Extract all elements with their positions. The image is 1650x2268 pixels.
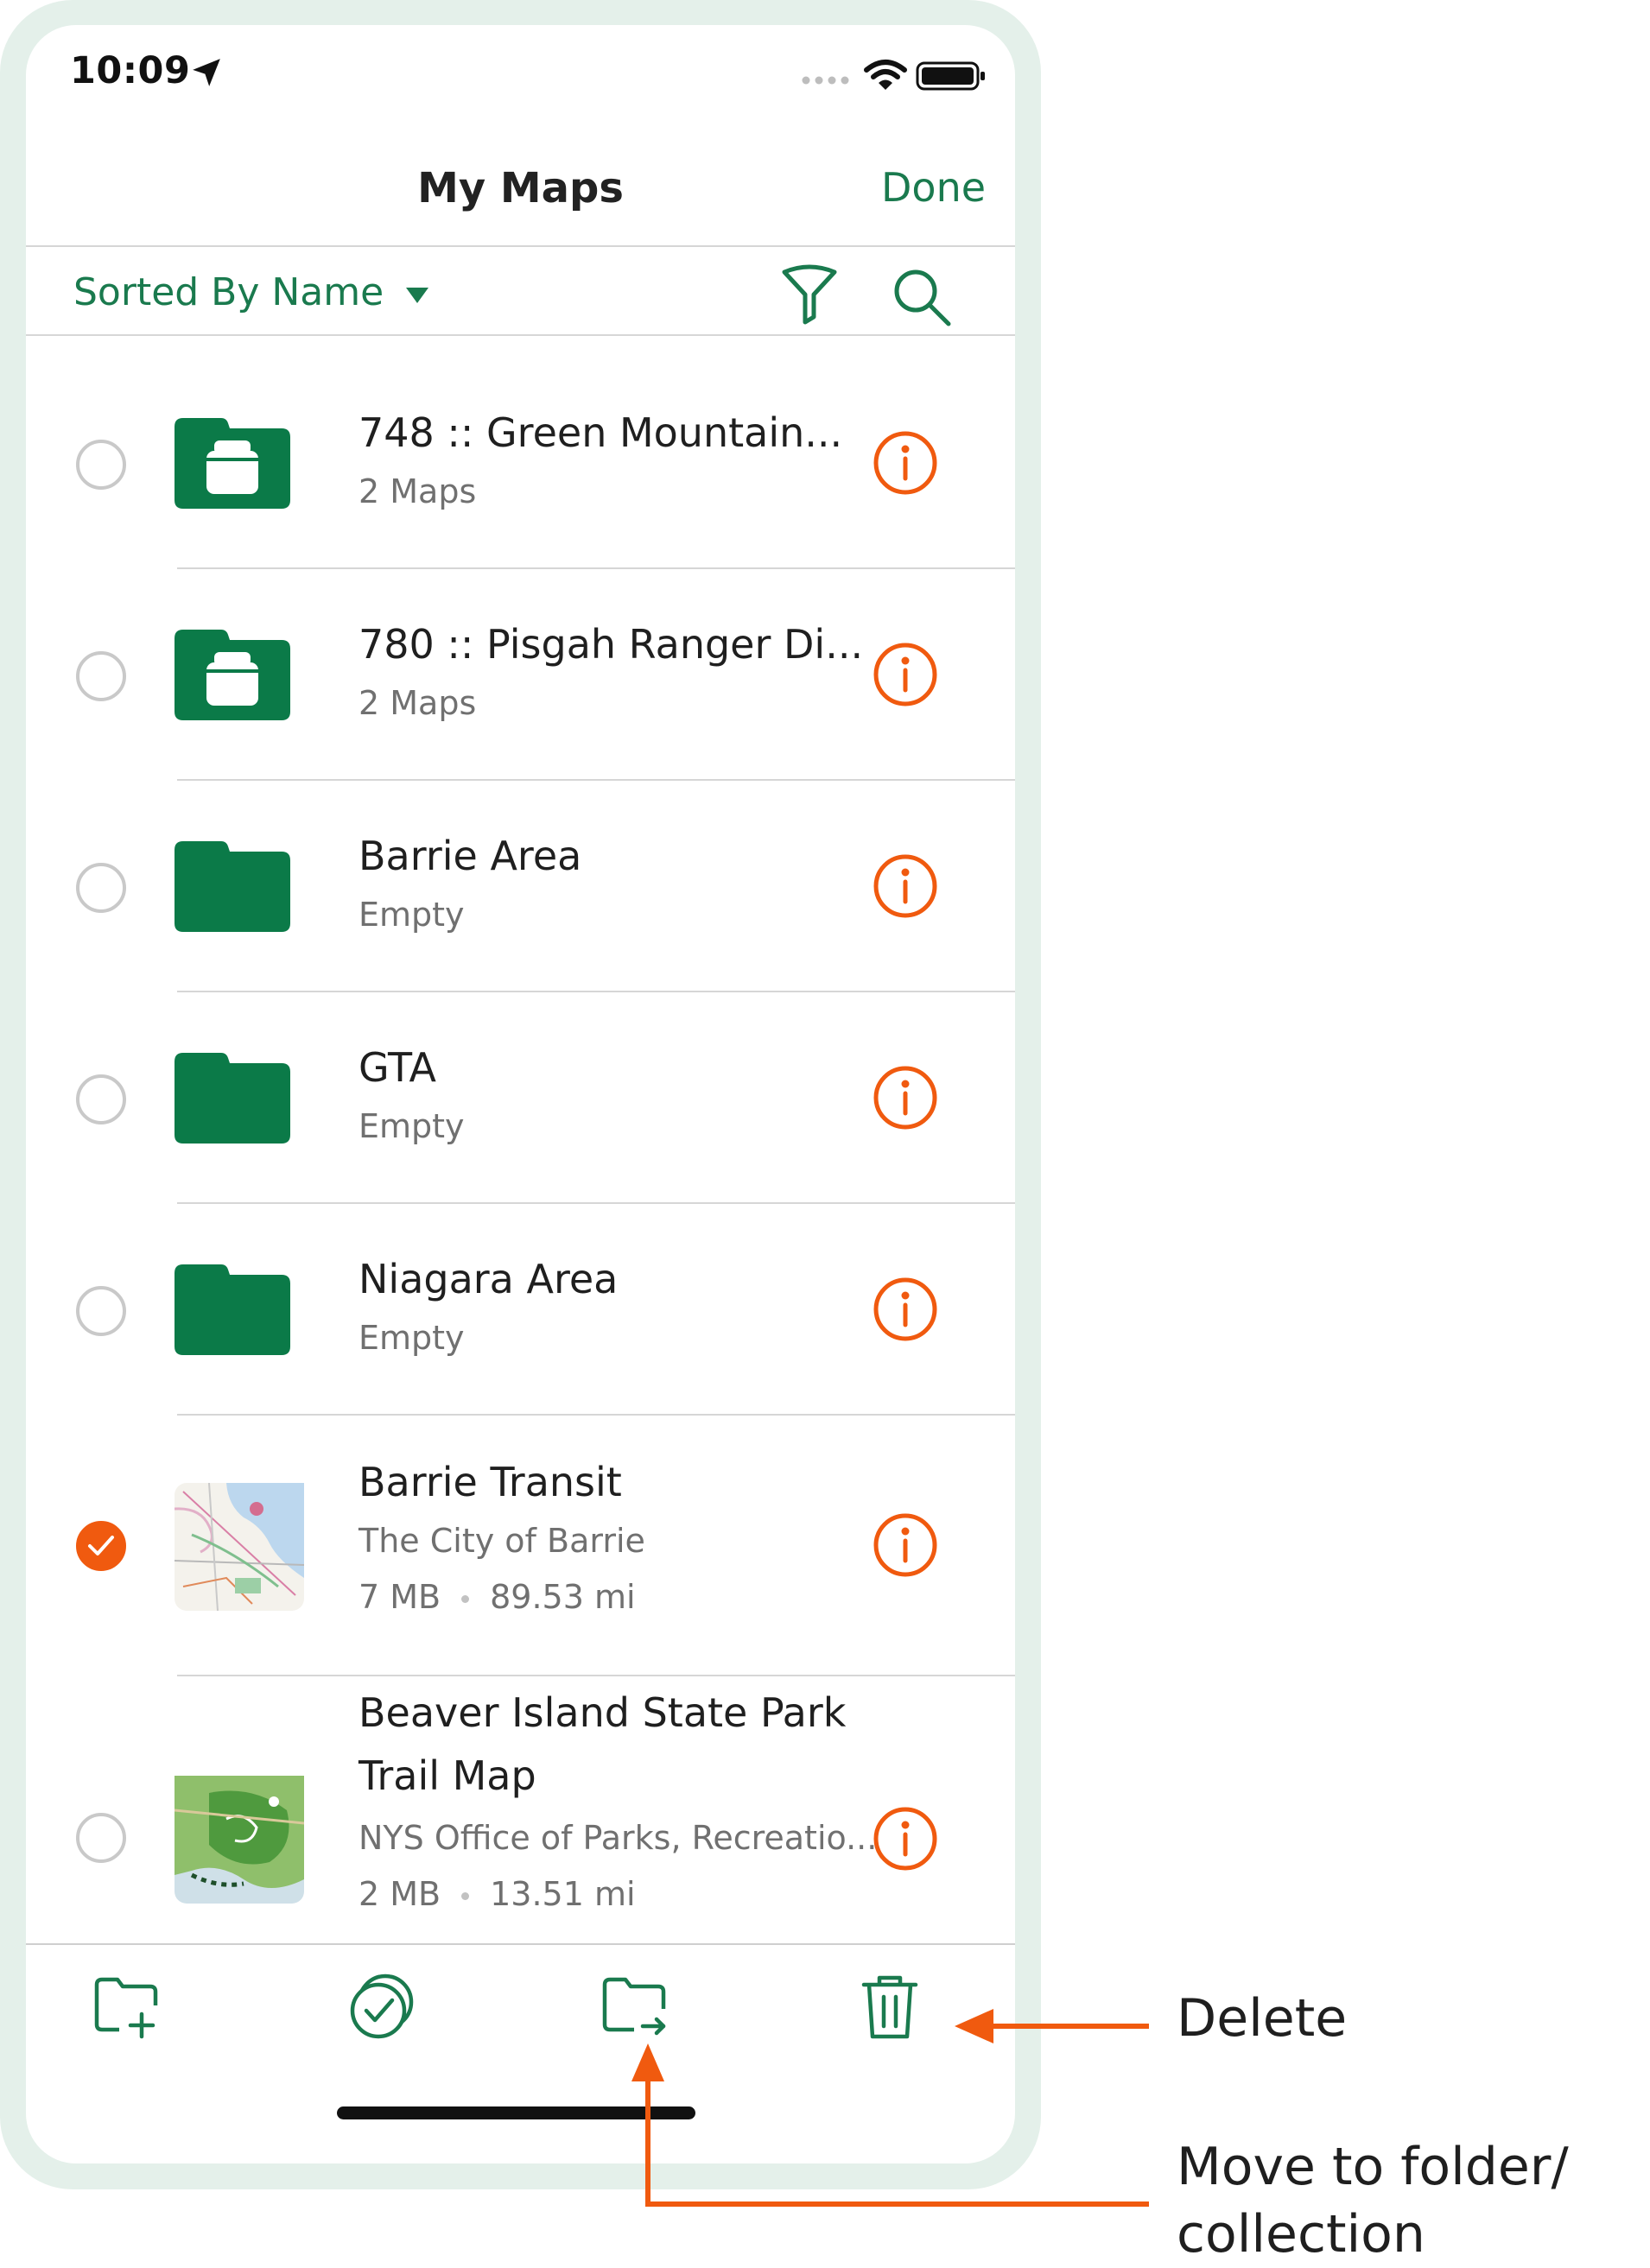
status-time: 10:09 bbox=[70, 49, 191, 92]
search-icon[interactable] bbox=[890, 265, 952, 327]
select-radio[interactable] bbox=[76, 1813, 126, 1863]
battery-icon bbox=[916, 61, 985, 91]
location-arrow-icon bbox=[193, 59, 220, 86]
info-icon[interactable] bbox=[873, 853, 938, 919]
select-all-icon[interactable] bbox=[347, 1973, 416, 2042]
select-radio[interactable] bbox=[76, 440, 126, 490]
list-item[interactable]: Barrie Area Empty bbox=[26, 781, 1015, 992]
page-title: My Maps bbox=[417, 164, 624, 212]
info-icon[interactable] bbox=[873, 1277, 938, 1342]
select-radio-checked[interactable] bbox=[76, 1521, 126, 1571]
select-radio[interactable] bbox=[76, 1074, 126, 1124]
item-title: GTA bbox=[359, 1044, 437, 1091]
collection-icon bbox=[175, 630, 290, 720]
item-subtitle: Empty bbox=[359, 1319, 465, 1357]
item-meta: 2 MB 13.51 mi bbox=[359, 1875, 636, 1913]
checkmark-icon bbox=[88, 1536, 114, 1555]
folder-icon bbox=[175, 841, 290, 932]
item-subtitle: Empty bbox=[359, 896, 465, 934]
select-radio[interactable] bbox=[76, 651, 126, 701]
collection-icon bbox=[175, 418, 290, 509]
move-annotation-line1: Move to folder/ bbox=[1177, 2137, 1569, 2197]
item-title: 748 :: Green Mountain... bbox=[359, 409, 843, 456]
folder-icon bbox=[175, 1053, 290, 1144]
info-icon[interactable] bbox=[873, 1512, 938, 1578]
status-bar: 10:09 bbox=[26, 25, 1015, 129]
item-subtitle: Empty bbox=[359, 1107, 465, 1145]
done-button[interactable]: Done bbox=[881, 164, 986, 211]
item-title: Barrie Transit bbox=[359, 1459, 622, 1505]
select-radio[interactable] bbox=[76, 863, 126, 913]
item-title: Niagara Area bbox=[359, 1256, 619, 1302]
signal-icon bbox=[802, 76, 849, 85]
sort-dropdown[interactable]: Sorted By Name bbox=[73, 270, 384, 314]
list-item[interactable]: Niagara Area Empty bbox=[26, 1204, 1015, 1416]
info-icon[interactable] bbox=[873, 1806, 938, 1872]
folder-icon bbox=[175, 1264, 290, 1355]
item-publisher: The City of Barrie bbox=[359, 1522, 645, 1560]
caret-down-icon[interactable] bbox=[404, 286, 430, 305]
separator-dot bbox=[461, 1892, 470, 1900]
map-thumbnail bbox=[175, 1776, 304, 1904]
item-size: 7 MB bbox=[359, 1578, 441, 1616]
delete-annotation: Delete bbox=[1177, 1988, 1348, 2049]
move-to-folder-icon[interactable] bbox=[601, 1973, 670, 2042]
list-item[interactable]: 748 :: Green Mountain... 2 Maps bbox=[26, 358, 1015, 569]
item-subtitle: 2 Maps bbox=[359, 472, 477, 510]
info-icon[interactable] bbox=[873, 642, 938, 707]
item-title-line2: Trail Map bbox=[359, 1752, 536, 1799]
item-distance: 89.53 mi bbox=[490, 1578, 636, 1616]
list-item[interactable]: GTA Empty bbox=[26, 992, 1015, 1204]
sort-divider bbox=[26, 334, 1015, 336]
list-item-selected[interactable]: Barrie Transit The City of Barrie 7 MB 89… bbox=[26, 1416, 1015, 1676]
select-radio[interactable] bbox=[76, 1286, 126, 1336]
item-subtitle: 2 Maps bbox=[359, 684, 477, 722]
wifi-icon bbox=[864, 60, 907, 90]
trash-icon[interactable] bbox=[855, 1973, 924, 2042]
item-title: Barrie Area bbox=[359, 833, 582, 879]
list-item[interactable]: 780 :: Pisgah Ranger Di... 2 Maps bbox=[26, 569, 1015, 781]
filter-icon[interactable] bbox=[779, 263, 840, 326]
item-publisher: NYS Office of Parks, Recreatio... bbox=[359, 1819, 878, 1857]
map-thumbnail bbox=[175, 1483, 304, 1611]
toolbar-divider bbox=[26, 1943, 1015, 1945]
info-icon[interactable] bbox=[873, 1065, 938, 1131]
new-folder-icon[interactable] bbox=[93, 1973, 162, 2042]
separator-dot bbox=[461, 1595, 470, 1603]
list-item[interactable]: Beaver Island State Park Trail Map NYS O… bbox=[26, 1676, 1015, 1943]
item-distance: 13.51 mi bbox=[490, 1875, 636, 1913]
item-title-line1: Beaver Island State Park bbox=[359, 1689, 847, 1736]
info-icon[interactable] bbox=[873, 430, 938, 496]
move-annotation-line2: collection bbox=[1177, 2204, 1425, 2265]
nav-divider bbox=[26, 245, 1015, 247]
sort-bar: Sorted By Name bbox=[26, 248, 1015, 360]
item-title: 780 :: Pisgah Ranger Di... bbox=[359, 621, 864, 668]
home-indicator[interactable] bbox=[337, 2106, 695, 2119]
item-meta: 7 MB 89.53 mi bbox=[359, 1578, 636, 1616]
item-size: 2 MB bbox=[359, 1875, 441, 1913]
phone-screen: 10:09 My Maps Done Sorted By Name 748::… bbox=[26, 25, 1015, 2163]
